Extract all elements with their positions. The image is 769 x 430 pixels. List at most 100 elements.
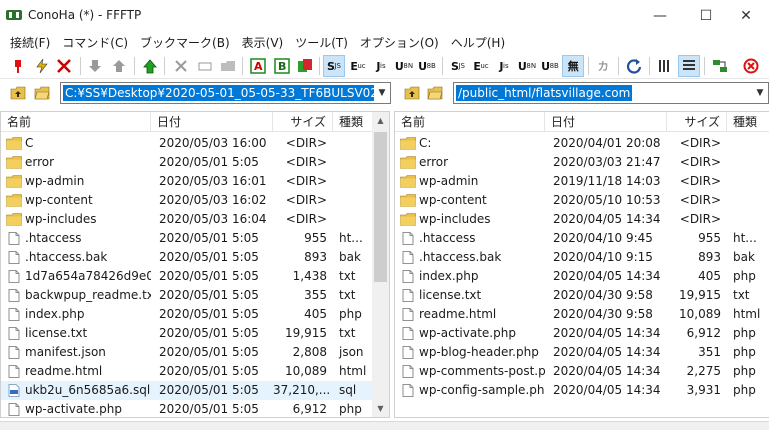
menu-bookmark[interactable]: ブックマーク(B) (134, 34, 236, 51)
kana-euc-button[interactable]: Euc (347, 55, 369, 77)
file-row[interactable]: ukb2u_6n5685a6.sql 2020/05/01 5:05 37,210,… (1, 381, 389, 400)
file-row[interactable]: license.txt 2020/05/01 5:05 19,915 txt (1, 324, 389, 343)
chevron-down-icon[interactable]: ▼ (374, 83, 390, 103)
sync-folders-icon[interactable] (709, 55, 731, 77)
file-row[interactable]: wp-blog-header.php 2020/04/05 14:34 351 php (395, 343, 769, 362)
file-type (333, 134, 373, 153)
file-row[interactable]: C: 2020/04/01 20:08 <DIR> (395, 134, 769, 153)
column-date[interactable]: 日付 (151, 112, 273, 132)
remote-utf8n-button[interactable]: U 8N (516, 55, 538, 77)
file-date: 2020/04/05 14:34 (553, 212, 661, 226)
refresh-icon[interactable] (623, 55, 645, 77)
column-size[interactable]: サイズ (667, 112, 727, 132)
file-row[interactable]: error 2020/03/03 21:47 <DIR> (395, 153, 769, 172)
file-type: html (339, 364, 367, 378)
file-row[interactable]: wp-includes 2020/04/05 14:34 <DIR> (395, 210, 769, 229)
file-row[interactable]: index.php 2020/05/01 5:05 405 php (1, 305, 389, 324)
file-row[interactable]: backwpup_readme.txt 2020/05/01 5:05 355 txt (1, 286, 389, 305)
file-row[interactable]: license.txt 2020/04/30 9:58 19,915 txt (395, 286, 769, 305)
file-date: 2020/05/03 16:02 (159, 193, 267, 207)
open-folder-icon[interactable] (425, 84, 445, 102)
connect-icon[interactable] (7, 55, 29, 77)
file-date: 2020/04/05 14:34 (553, 383, 661, 397)
menu-tools[interactable]: ツール(T) (289, 34, 354, 51)
file-row[interactable]: index.php 2020/04/05 14:34 405 php (395, 267, 769, 286)
upload-icon[interactable] (108, 55, 130, 77)
folder-up-icon[interactable] (8, 84, 28, 102)
column-name[interactable]: 名前 (1, 112, 151, 132)
file-row[interactable]: wp-admin 2019/11/18 14:03 <DIR> (395, 172, 769, 191)
disconnect-icon[interactable] (53, 55, 75, 77)
download-icon[interactable] (84, 55, 106, 77)
mkdir-icon[interactable] (217, 55, 239, 77)
rename-icon[interactable] (194, 55, 216, 77)
menu-command[interactable]: コマンド(C) (56, 34, 134, 51)
kana-utf8bom-button[interactable]: U 8B (416, 55, 438, 77)
detail-view-icon[interactable] (678, 55, 700, 77)
remote-file-list[interactable]: 名前 日付 サイズ 種類 C: 2020/04/01 20:08 <DIR> erro… (394, 111, 769, 418)
file-row[interactable]: wp-admin 2020/05/03 16:01 <DIR> (1, 172, 389, 191)
kana-jis-button[interactable]: Jis (370, 55, 392, 77)
file-name: wp-activate.php (25, 402, 122, 416)
quick-connect-icon[interactable] (31, 55, 53, 77)
open-folder-icon[interactable] (32, 84, 52, 102)
column-type[interactable]: 種類 (333, 112, 373, 132)
remote-euc-button[interactable]: Euc (470, 55, 492, 77)
menu-connect[interactable]: 接続(F) (4, 34, 56, 51)
file-row[interactable]: error 2020/05/01 5:05 <DIR> (1, 153, 389, 172)
remote-sjis-button[interactable]: S JS (447, 55, 469, 77)
column-type[interactable]: 種類 (727, 112, 769, 132)
file-row[interactable]: readme.html 2020/05/01 5:05 10,089 html (1, 362, 389, 381)
remote-jis-button[interactable]: Jis (493, 55, 515, 77)
local-path-combo[interactable]: C:¥SS¥Desktop¥2020-05-01_05-05-33_TF6BUL… (60, 82, 391, 104)
stop-icon[interactable] (740, 55, 762, 77)
kana-convert-button[interactable]: カ (592, 55, 614, 77)
mirror-upload-icon[interactable] (139, 55, 161, 77)
file-row[interactable]: .htaccess 2020/05/01 5:05 955 ht... (1, 229, 389, 248)
file-type: sql (339, 383, 357, 397)
file-name: manifest.json (25, 345, 106, 359)
file-row[interactable]: wp-config-sample.php 2020/04/05 14:34 3,93… (395, 381, 769, 400)
binary-mode-button[interactable]: B (271, 55, 293, 77)
scroll-down-icon[interactable]: ▼ (372, 400, 389, 417)
file-row[interactable]: .htaccess.bak 2020/04/10 9:15 893 bak (395, 248, 769, 267)
kana-sjis-button[interactable]: S JS (323, 55, 345, 77)
file-size: <DIR> (679, 155, 721, 169)
scroll-thumb[interactable] (374, 132, 387, 282)
ascii-mode-button[interactable]: A (247, 55, 269, 77)
kana-utf8n-button[interactable]: U 8N (393, 55, 415, 77)
file-row[interactable]: wp-content 2020/05/03 16:02 <DIR> (1, 191, 389, 210)
remote-utf8bom-button[interactable]: U 8B (539, 55, 561, 77)
folder-up-icon[interactable] (402, 84, 422, 102)
local-scrollbar[interactable]: ▲ ▼ (372, 112, 389, 417)
list-view-icon[interactable] (654, 55, 676, 77)
file-type (727, 153, 769, 172)
column-size[interactable]: サイズ (273, 112, 333, 132)
file-row[interactable]: C 2020/05/03 16:00 <DIR> (1, 134, 389, 153)
file-row[interactable]: 1d7a654a78426d9e001... 2020/05/01 5:05 1,4… (1, 267, 389, 286)
minimize-icon[interactable]: — (637, 0, 683, 31)
close-icon[interactable]: ✕ (723, 0, 769, 31)
file-row[interactable]: wp-activate.php 2020/04/05 14:34 6,912 php (395, 324, 769, 343)
auto-mode-icon[interactable] (294, 55, 316, 77)
column-date[interactable]: 日付 (545, 112, 667, 132)
menu-view[interactable]: 表示(V) (236, 34, 290, 51)
file-row[interactable]: wp-comments-post.p... 2020/04/05 14:34 2,2… (395, 362, 769, 381)
no-conversion-button[interactable]: 無 (562, 55, 584, 77)
chevron-down-icon[interactable]: ▼ (752, 83, 768, 103)
file-size: <DIR> (679, 212, 721, 226)
menu-help[interactable]: ヘルプ(H) (445, 34, 511, 51)
file-row[interactable]: manifest.json 2020/05/01 5:05 2,808 json (1, 343, 389, 362)
menu-options[interactable]: オプション(O) (354, 34, 445, 51)
scroll-up-icon[interactable]: ▲ (372, 112, 389, 129)
file-row[interactable]: wp-includes 2020/05/03 16:04 <DIR> (1, 210, 389, 229)
file-row[interactable]: .htaccess.bak 2020/05/01 5:05 893 bak (1, 248, 389, 267)
remote-path-combo[interactable]: /public_html/flatsvillage.com ▼ (453, 82, 769, 104)
column-name[interactable]: 名前 (395, 112, 545, 132)
file-row[interactable]: wp-content 2020/05/10 10:53 <DIR> (395, 191, 769, 210)
file-row[interactable]: wp-activate.php 2020/05/01 5:05 6,912 php (1, 400, 389, 417)
delete-icon[interactable] (170, 55, 192, 77)
file-row[interactable]: .htaccess 2020/04/10 9:45 955 ht... (395, 229, 769, 248)
file-row[interactable]: readme.html 2020/04/30 9:58 10,089 html (395, 305, 769, 324)
local-file-list[interactable]: 名前 日付 サイズ 種類 C 2020/05/03 16:00 <DIR> error… (0, 111, 390, 418)
